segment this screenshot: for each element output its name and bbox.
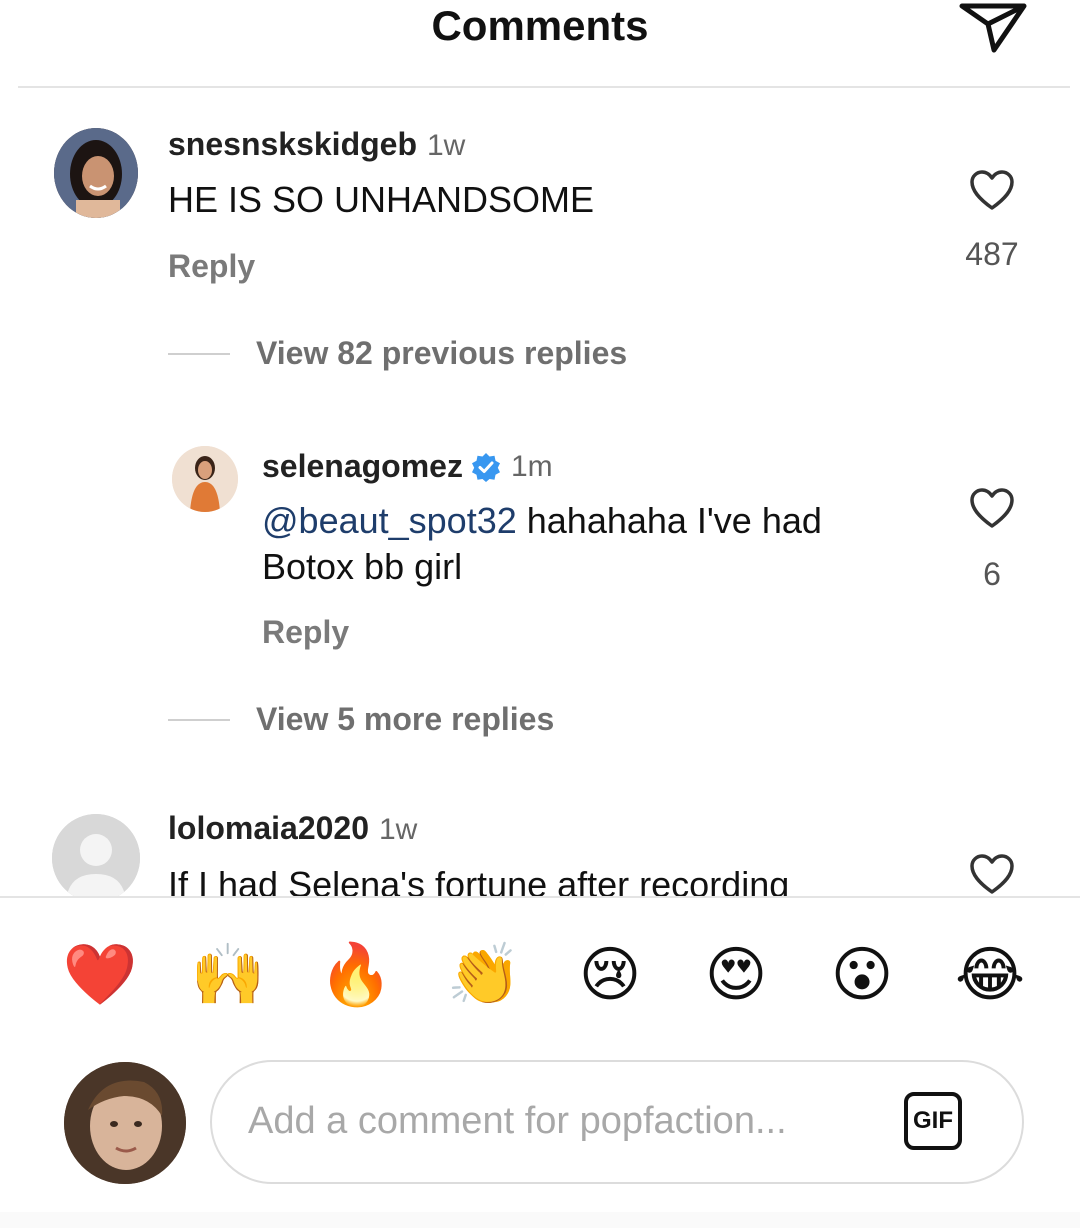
laughing-face-emoji[interactable]: 😂 [950,940,1030,1010]
avatar[interactable] [172,446,238,512]
composer-divider [0,896,1080,898]
replies-dash [168,352,230,355]
avatar[interactable] [54,128,138,218]
username-text[interactable]: snesnskskidgeb [168,126,417,162]
like-count: 487 [965,236,1019,272]
view-replies-text[interactable]: View 5 more replies [256,701,554,738]
replies-dash [168,718,230,721]
raised-hands-emoji[interactable]: 🙌 [188,940,268,1010]
reply-button[interactable]: Reply [168,248,255,285]
clapping-hands-emoji[interactable]: 👏 [444,940,524,1010]
heart-outline-icon[interactable] [968,852,1016,896]
heart-emoji[interactable]: ❤️ [60,940,140,1010]
view-replies-text[interactable]: View 82 previous replies [256,335,627,372]
reply-time: 1m [510,449,553,483]
reply-text-line1: hahahaha I've had [516,500,822,541]
comment-text: If I had Selena's fortune after recordin… [168,864,790,896]
crying-face-emoji[interactable]: 😢 [570,940,650,1010]
comment-username[interactable]: lolomaia2020 1w [168,810,417,847]
reply-button[interactable]: Reply [262,614,349,651]
comment-time: 1w [427,129,466,162]
current-user-avatar[interactable] [64,1062,186,1184]
username-text[interactable]: lolomaia2020 [168,810,369,846]
view-more-replies[interactable]: View 5 more replies [168,701,554,738]
gif-button[interactable]: GIF [904,1092,962,1150]
heart-eyes-emoji[interactable]: 😍 [696,940,776,1010]
like-count: 6 [983,556,1001,592]
comment-clip-region: lolomaia2020 1w If I had Selena's fortune… [0,800,1080,896]
comment-placeholder: Add a comment for popfaction... [248,1100,787,1142]
page-title: Comments [431,2,649,49]
paper-plane-icon[interactable] [958,0,1028,56]
bottom-edge [0,1212,1080,1228]
comment-input[interactable]: Add a comment for popfaction... GIF [210,1060,1024,1184]
reply-text-line2: Botox bb girl [262,546,463,587]
fire-emoji[interactable]: 🔥 [316,940,396,1010]
verified-badge-icon [471,452,500,482]
username-text[interactable]: selenagomez [262,448,463,485]
reply-text: @beaut_spot32 hahahaha I've had Botox bb… [262,498,942,590]
reply-username[interactable]: selenagomez 1m [262,448,553,485]
comment-time: 1w [379,813,418,846]
comment-username[interactable]: snesnskskidgeb 1w [168,126,465,163]
view-previous-replies[interactable]: View 82 previous replies [168,335,627,372]
header-divider [18,86,1070,88]
mention-link[interactable]: @beaut_spot32 [262,500,517,541]
comment-text: HE IS SO UNHANDSOME [168,179,595,220]
surprised-face-emoji[interactable]: 😮 [822,940,902,1010]
heart-outline-icon[interactable] [968,168,1016,212]
heart-outline-icon[interactable] [968,486,1016,530]
default-avatar-icon[interactable] [52,814,140,896]
